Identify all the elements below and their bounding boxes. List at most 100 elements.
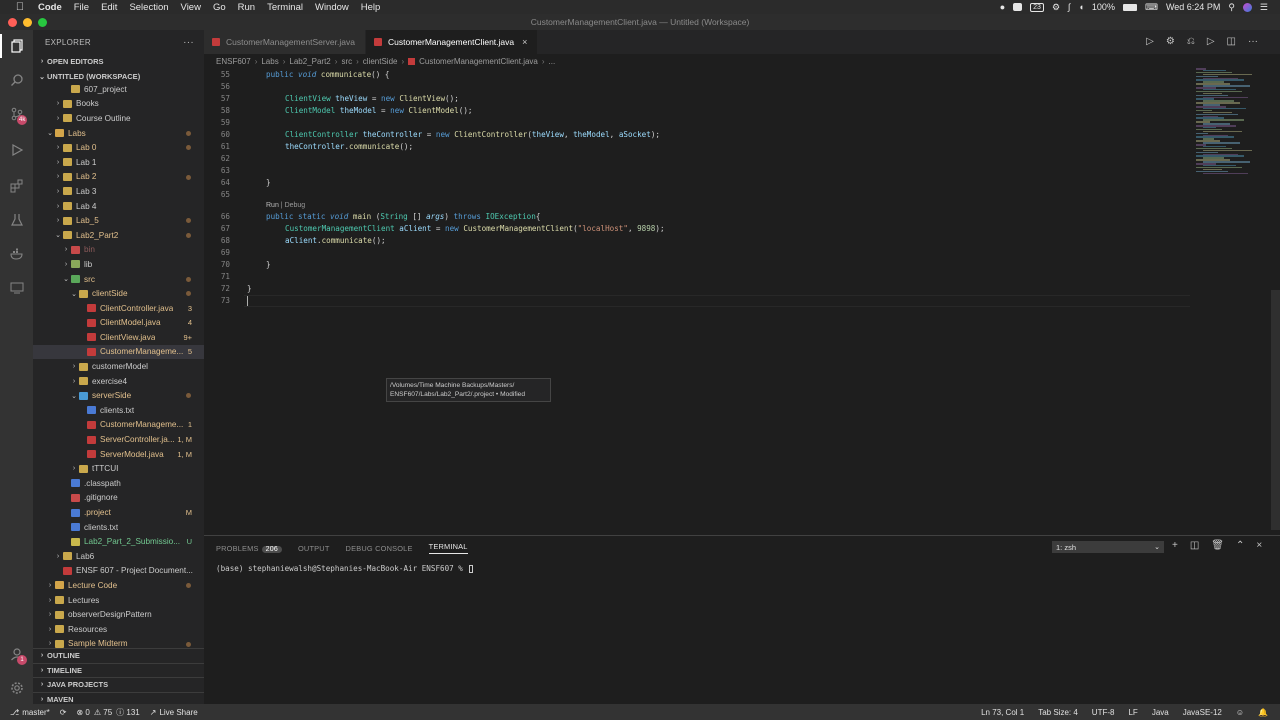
menu-app-code[interactable]: Code bbox=[38, 2, 62, 13]
menu-window[interactable]: Window bbox=[315, 2, 349, 13]
more-actions-icon[interactable]: ··· bbox=[183, 37, 194, 48]
tree-item[interactable]: › tTTCUI bbox=[33, 461, 204, 476]
java-runtime[interactable]: JavaSE-12 bbox=[1183, 708, 1222, 717]
live-share-button[interactable]: Live Share bbox=[159, 708, 197, 717]
tree-item[interactable]: ⌄ Labs bbox=[33, 126, 204, 141]
tree-item[interactable]: Lab2_Part_2_Submissio... U bbox=[33, 534, 204, 549]
maven-section[interactable]: › MAVEN bbox=[33, 691, 204, 704]
tree-item[interactable]: ClientModel.java 4 bbox=[33, 316, 204, 331]
date-badge[interactable]: 23 bbox=[1030, 2, 1044, 12]
source-control-icon[interactable]: 4k bbox=[0, 102, 33, 126]
cursor-position[interactable]: Ln 73, Col 1 bbox=[981, 708, 1024, 717]
git-compare-icon[interactable]: ⎌ bbox=[1187, 36, 1195, 47]
tree-item[interactable]: .gitignore bbox=[33, 491, 204, 506]
tree-item[interactable]: › bin bbox=[33, 243, 204, 258]
search-icon[interactable] bbox=[0, 68, 33, 92]
tree-item[interactable]: 607_project bbox=[33, 82, 204, 97]
menu-view[interactable]: View bbox=[181, 2, 201, 13]
microphone-icon[interactable]: ● bbox=[1000, 2, 1005, 12]
tab-terminal[interactable]: TERMINAL bbox=[428, 542, 468, 554]
menu-edit[interactable]: Edit bbox=[101, 2, 117, 13]
close-window-button[interactable] bbox=[8, 18, 17, 27]
tree-item[interactable]: .project M bbox=[33, 505, 204, 520]
control-center-icon[interactable]: ☰ bbox=[1260, 2, 1268, 13]
docker-icon[interactable] bbox=[0, 242, 33, 266]
display-icon[interactable] bbox=[1013, 3, 1023, 11]
extensions-icon[interactable] bbox=[0, 174, 33, 198]
breadcrumb-item[interactable]: Labs bbox=[261, 57, 278, 66]
info-count[interactable]: ⓘ 131 bbox=[116, 707, 140, 718]
tree-item[interactable]: ⌄ src bbox=[33, 272, 204, 287]
debug-icon[interactable]: ⚙ bbox=[1166, 36, 1175, 47]
tab-output[interactable]: OUTPUT bbox=[298, 544, 330, 553]
sync-icon[interactable]: ⚙ bbox=[1052, 2, 1060, 13]
sync-icon[interactable]: ⟳ bbox=[60, 708, 67, 717]
siri-icon[interactable] bbox=[1242, 2, 1252, 12]
tree-item[interactable]: clients.txt bbox=[33, 520, 204, 535]
outline-section[interactable]: › OUTLINE bbox=[33, 648, 204, 663]
editor-scrollbar[interactable] bbox=[1271, 290, 1280, 530]
open-editors-section[interactable]: › OPEN EDITORS bbox=[33, 54, 204, 69]
menu-file[interactable]: File bbox=[74, 2, 89, 13]
tree-item[interactable]: › Books bbox=[33, 97, 204, 112]
remote-explorer-icon[interactable] bbox=[0, 276, 33, 300]
tree-item[interactable]: › Lab 2 bbox=[33, 170, 204, 185]
tree-item[interactable]: › observerDesignPattern bbox=[33, 607, 204, 622]
minimap[interactable] bbox=[1190, 68, 1272, 178]
tree-item[interactable]: ServerModel.java 1, M bbox=[33, 447, 204, 462]
testing-flask-icon[interactable] bbox=[0, 208, 33, 232]
tree-item[interactable]: › Lab 1 bbox=[33, 155, 204, 170]
more-actions-icon[interactable]: ··· bbox=[1248, 36, 1258, 47]
menu-run[interactable]: Run bbox=[238, 2, 255, 13]
breadcrumb-item[interactable]: src bbox=[341, 57, 352, 66]
tree-item[interactable]: › Lab 0 bbox=[33, 140, 204, 155]
split-editor-icon[interactable]: ◫ bbox=[1227, 36, 1236, 47]
breadcrumb-item[interactable]: Lab2_Part2 bbox=[289, 57, 330, 66]
menu-help[interactable]: Help bbox=[361, 2, 381, 13]
tab-size[interactable]: Tab Size: 4 bbox=[1038, 708, 1078, 717]
tree-item[interactable]: › Lab_5 bbox=[33, 213, 204, 228]
git-branch-label[interactable]: master* bbox=[22, 708, 50, 717]
maximize-panel-icon[interactable]: ⌃ bbox=[1236, 540, 1244, 551]
warnings-count[interactable]: ⚠ 75 bbox=[94, 708, 112, 717]
tab-customer-management-server[interactable]: CustomerManagementServer.java bbox=[204, 30, 366, 54]
tree-item[interactable]: › customerModel bbox=[33, 359, 204, 374]
tree-item[interactable]: ⌄ Lab2_Part2 bbox=[33, 228, 204, 243]
git-branch-icon[interactable]: ⎇ bbox=[10, 708, 19, 717]
tree-item[interactable]: ServerController.ja... 1, M bbox=[33, 432, 204, 447]
explorer-icon[interactable] bbox=[0, 34, 33, 58]
close-panel-icon[interactable]: × bbox=[1256, 540, 1262, 551]
minimize-window-button[interactable] bbox=[23, 18, 32, 27]
feedback-icon[interactable]: ☺ bbox=[1236, 708, 1244, 717]
tree-item[interactable]: › Lab 3 bbox=[33, 184, 204, 199]
breadcrumb-file[interactable]: CustomerManagementClient.java bbox=[419, 57, 538, 66]
tree-item[interactable]: › Lecture Code bbox=[33, 578, 204, 593]
tree-item[interactable]: › exercise4 bbox=[33, 374, 204, 389]
notifications-bell-icon[interactable]: 🔔 bbox=[1258, 708, 1268, 717]
menu-terminal[interactable]: Terminal bbox=[267, 2, 303, 13]
keyboard-icon[interactable]: ⌨ bbox=[1145, 2, 1158, 13]
tab-debug-console[interactable]: DEBUG CONSOLE bbox=[346, 544, 413, 553]
tree-item[interactable]: .classpath bbox=[33, 476, 204, 491]
tree-item[interactable]: › Course Outline bbox=[33, 111, 204, 126]
tree-item[interactable]: ClientView.java 9+ bbox=[33, 330, 204, 345]
timeline-section[interactable]: › TIMELINE bbox=[33, 662, 204, 678]
terminal-output[interactable]: (base) stephaniewalsh@Stephanies-MacBook… bbox=[216, 564, 474, 573]
menubar-clock[interactable]: Wed 6:24 PM bbox=[1166, 2, 1220, 12]
run-debug-icon[interactable] bbox=[0, 138, 33, 162]
accounts-icon[interactable]: 1 bbox=[0, 642, 33, 666]
terminal-select[interactable]: 1: zsh ⌄ bbox=[1052, 541, 1164, 553]
bluetooth-icon[interactable]: ∫ bbox=[1068, 2, 1070, 12]
menu-selection[interactable]: Selection bbox=[129, 2, 168, 13]
tree-item[interactable]: ⌄ serverSide bbox=[33, 388, 204, 403]
live-share-icon[interactable]: ↗ bbox=[150, 708, 157, 717]
tree-item[interactable]: CustomerManageme... 1 bbox=[33, 418, 204, 433]
code-editor[interactable]: Run | Debug 55 public void communicate() … bbox=[204, 68, 1190, 534]
new-terminal-icon[interactable]: + bbox=[1172, 540, 1178, 551]
tree-item[interactable]: › Lectures bbox=[33, 593, 204, 608]
tree-item[interactable]: › Lab6 bbox=[33, 549, 204, 564]
manage-gear-icon[interactable] bbox=[0, 676, 33, 700]
tree-item[interactable]: ClientController.java 3 bbox=[33, 301, 204, 316]
file-encoding[interactable]: UTF-8 bbox=[1092, 708, 1115, 717]
tree-item[interactable]: › lib bbox=[33, 257, 204, 272]
